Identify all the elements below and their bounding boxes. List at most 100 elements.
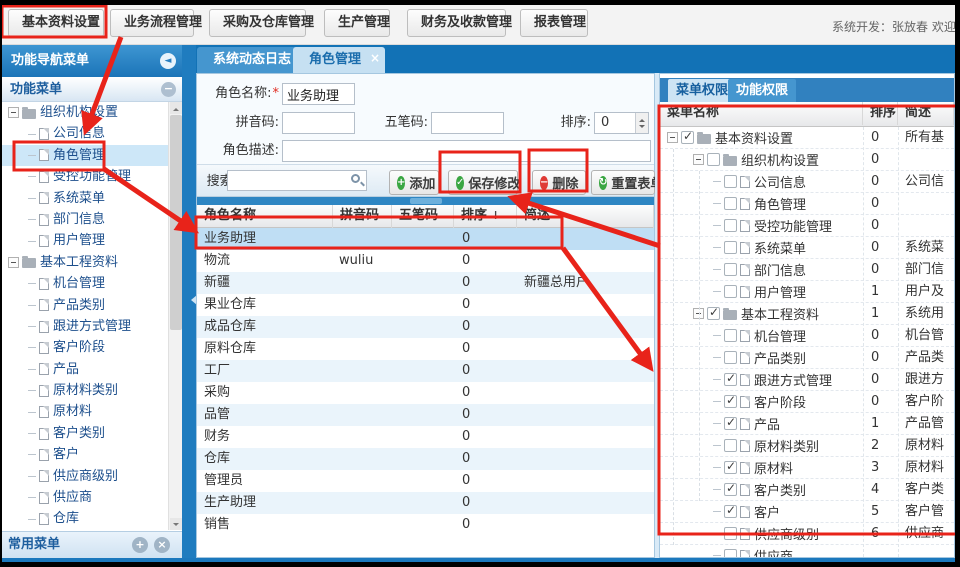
permission-checkbox[interactable] <box>724 285 737 298</box>
sidebar-item[interactable]: 公司信息 <box>2 123 168 144</box>
permission-checkbox[interactable] <box>724 175 737 188</box>
expand-collapse-icon[interactable] <box>667 132 678 143</box>
tab-menu-permission[interactable]: 菜单权限 <box>668 79 736 102</box>
role-name-input[interactable] <box>282 83 355 105</box>
top-menu-item[interactable]: 生产管理 <box>324 9 390 37</box>
spin-up-icon[interactable] <box>639 116 645 122</box>
scrollbar-thumb[interactable] <box>170 115 182 330</box>
permission-checkbox[interactable] <box>707 307 720 320</box>
column-header[interactable]: 排序↓ <box>454 205 517 228</box>
permission-row[interactable]: 跟进方式管理0跟进方 <box>660 369 954 391</box>
table-row[interactable]: 仓库0 <box>197 448 654 470</box>
sidebar-item[interactable]: 用户管理 <box>2 230 168 251</box>
table-row[interactable]: 物流wuliu0 <box>197 250 654 272</box>
top-menu-item[interactable]: 基本资料设置 <box>8 9 104 37</box>
permission-checkbox[interactable] <box>724 351 737 364</box>
table-row[interactable]: 销售0 <box>197 514 654 536</box>
sidebar-splitter[interactable] <box>182 45 196 558</box>
expand-collapse-icon[interactable] <box>8 107 19 118</box>
permission-checkbox[interactable] <box>724 329 737 342</box>
table-row[interactable]: 果业仓库0 <box>197 294 654 316</box>
search-input[interactable] <box>227 170 367 191</box>
sidebar-item[interactable]: 客户类别 <box>2 423 168 444</box>
table-row[interactable]: 成品仓库0 <box>197 316 654 338</box>
sidebar-item[interactable]: 角色管理 <box>2 145 168 166</box>
sidebar-item[interactable]: 跟进方式管理 <box>2 316 168 337</box>
table-row[interactable]: 管理员0 <box>197 470 654 492</box>
permission-row[interactable]: 公司信息0公司信 <box>660 171 954 193</box>
remove-favorite-icon[interactable]: × <box>154 537 170 553</box>
save-button[interactable]: ✓保存修改 <box>448 170 518 195</box>
scroll-up-icon[interactable] <box>170 102 182 114</box>
tab-system-log[interactable]: 系统动态日志 <box>197 47 307 73</box>
table-row[interactable]: 采购0 <box>197 382 654 404</box>
sidebar-item[interactable]: 供应商 <box>2 487 168 508</box>
table-row[interactable]: 业务助理0 <box>197 228 654 250</box>
permission-checkbox[interactable] <box>724 439 737 452</box>
column-header[interactable]: 角色名称 <box>197 205 333 228</box>
sidebar-item[interactable]: 仓库 <box>2 508 168 529</box>
permission-checkbox[interactable] <box>724 219 737 232</box>
sidebar-item[interactable]: 原材料类别 <box>2 380 168 401</box>
collapse-section-icon[interactable]: − <box>161 82 176 97</box>
sidebar-item[interactable]: 供应商级别 <box>2 466 168 487</box>
spin-down-icon[interactable] <box>639 125 645 131</box>
permission-row[interactable]: 机台管理0机台管 <box>660 325 954 347</box>
permission-row[interactable]: 供应商 <box>660 545 954 557</box>
permission-checkbox[interactable] <box>724 417 737 430</box>
permission-checkbox[interactable] <box>724 483 737 496</box>
table-row[interactable]: 财务0 <box>197 426 654 448</box>
expand-collapse-icon[interactable] <box>8 257 19 268</box>
sidebar-item[interactable]: 系统菜单 <box>2 188 168 209</box>
table-row[interactable]: 生产助理0 <box>197 492 654 514</box>
sidebar-item[interactable]: 原材料 <box>2 401 168 422</box>
column-header[interactable]: 简述 <box>898 102 954 125</box>
column-header[interactable]: 简述 <box>517 205 654 228</box>
close-tab-icon[interactable]: × <box>370 45 380 71</box>
top-menu-item[interactable]: 采购及仓库管理 <box>209 9 306 37</box>
search-icon[interactable] <box>351 174 360 183</box>
sidebar-item[interactable]: 产品 <box>2 359 168 380</box>
permission-row[interactable]: 基本工程资料1系统用 <box>660 303 954 325</box>
add-favorite-icon[interactable]: + <box>132 537 148 553</box>
column-header[interactable]: 排序 <box>863 102 898 125</box>
sidebar-scrollbar[interactable] <box>168 102 182 530</box>
permission-row[interactable]: 角色管理0 <box>660 193 954 215</box>
permission-row[interactable]: 用户管理1用户及 <box>660 281 954 303</box>
permission-checkbox[interactable] <box>724 373 737 386</box>
table-row[interactable]: 新疆0新疆总用户 <box>197 272 654 294</box>
permission-checkbox[interactable] <box>724 197 737 210</box>
permission-checkbox[interactable] <box>724 549 737 557</box>
role-desc-input[interactable] <box>282 140 651 162</box>
collapse-form-icon[interactable] <box>410 198 442 204</box>
scroll-down-icon[interactable] <box>170 518 182 530</box>
permission-row[interactable]: 基本资料设置0所有基 <box>660 127 954 149</box>
sidebar-item[interactable]: 客户 <box>2 444 168 465</box>
permission-checkbox[interactable] <box>724 395 737 408</box>
permission-checkbox[interactable] <box>681 131 694 144</box>
expand-collapse-icon[interactable] <box>693 154 704 165</box>
sort-spinner[interactable]: 0 <box>594 112 649 134</box>
permission-checkbox[interactable] <box>724 263 737 276</box>
tab-function-permission[interactable]: 功能权限 <box>728 79 796 102</box>
permission-row[interactable]: 客户类别4客户类 <box>660 479 954 501</box>
reset-button[interactable]: ↻重置表单 <box>591 170 655 195</box>
permission-row[interactable]: 产品类别0产品类 <box>660 347 954 369</box>
sidebar-item[interactable]: 受控功能管理 <box>2 166 168 187</box>
wubi-input[interactable] <box>431 112 504 134</box>
sidebar-item[interactable]: 产品类别 <box>2 295 168 316</box>
sidebar-item[interactable]: 基本工程资料 <box>2 252 168 273</box>
top-menu-item[interactable]: 业务流程管理 <box>110 9 194 37</box>
permission-row[interactable]: 产品1产品管 <box>660 413 954 435</box>
column-header[interactable]: 菜单名称 <box>660 102 863 125</box>
sidebar-collapse-icon[interactable]: ◄ <box>160 53 176 69</box>
permission-row[interactable]: 客户阶段0客户阶 <box>660 391 954 413</box>
table-row[interactable]: 原料仓库0 <box>197 338 654 360</box>
column-header[interactable]: 拼音码 <box>333 205 392 228</box>
spinner-buttons[interactable] <box>635 113 648 133</box>
column-header[interactable]: 五笔码 <box>392 205 454 228</box>
permission-checkbox[interactable] <box>724 461 737 474</box>
permission-row[interactable]: 供应商级别6供应商 <box>660 523 954 545</box>
permission-checkbox[interactable] <box>724 241 737 254</box>
permission-row[interactable]: 客户5客户管 <box>660 501 954 523</box>
